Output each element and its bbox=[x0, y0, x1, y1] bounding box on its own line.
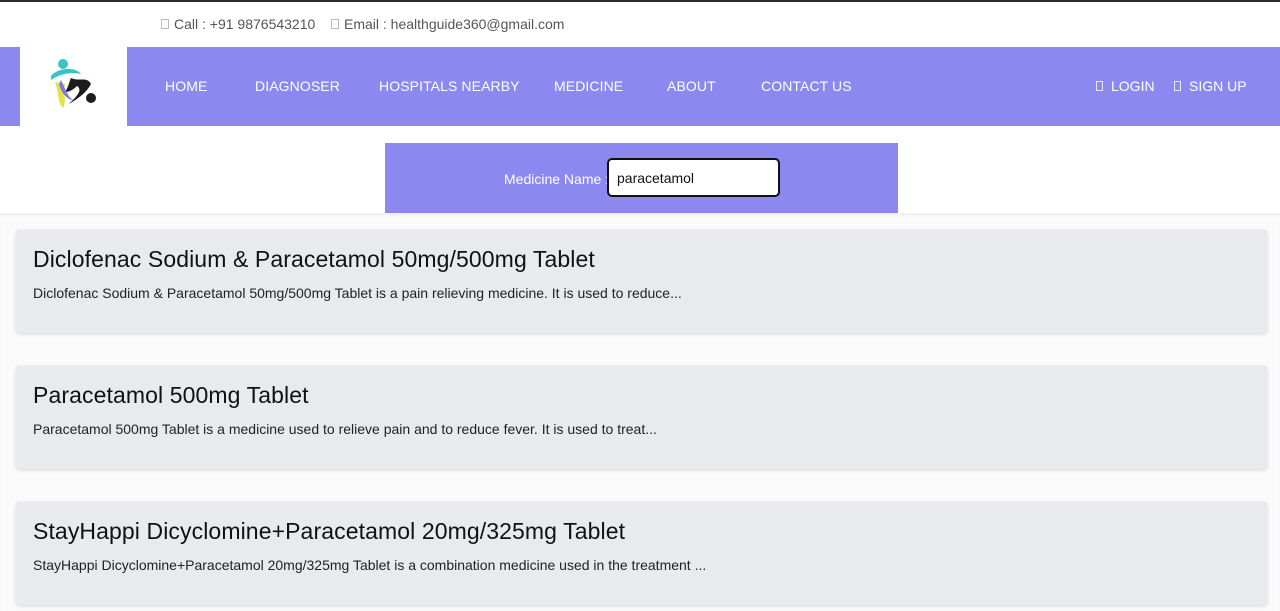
result-title[interactable]: StayHappi Dicyclomine+Paracetamol 20mg/3… bbox=[33, 518, 625, 545]
nav-diagnoser[interactable]: DIAGNOSER bbox=[255, 78, 340, 94]
contact-bar: Call : +91 9876543210 Email : healthguid… bbox=[0, 2, 1280, 47]
result-description: Diclofenac Sodium & Paracetamol 50mg/500… bbox=[33, 285, 682, 301]
result-card[interactable]: Diclofenac Sodium & Paracetamol 50mg/500… bbox=[16, 230, 1267, 333]
nav-about[interactable]: ABOUT bbox=[667, 78, 716, 94]
medicine-search-input[interactable] bbox=[607, 158, 780, 197]
nav-contact-us[interactable]: CONTACT US bbox=[761, 78, 852, 94]
signup-label: SIGN UP bbox=[1189, 78, 1247, 94]
login-button[interactable]: LOGIN bbox=[1096, 78, 1155, 94]
navbar: HOME DIAGNOSER HOSPITALS NEARBY MEDICINE… bbox=[0, 47, 1280, 126]
result-description: Paracetamol 500mg Tablet is a medicine u… bbox=[33, 421, 657, 437]
user-plus-icon bbox=[1174, 81, 1181, 91]
contact-email: Email : healthguide360@gmail.com bbox=[331, 16, 564, 32]
phone-icon bbox=[161, 19, 169, 29]
contact-call: Call : +91 9876543210 bbox=[161, 16, 315, 32]
logo[interactable] bbox=[20, 47, 127, 126]
results-area: Diclofenac Sodium & Paracetamol 50mg/500… bbox=[0, 213, 1280, 611]
result-card[interactable]: Paracetamol 500mg Tablet Paracetamol 500… bbox=[16, 366, 1267, 469]
nav-home[interactable]: HOME bbox=[165, 78, 207, 94]
medicine-name-label: Medicine Name : bbox=[504, 171, 610, 187]
healthguide-logo-icon bbox=[51, 59, 96, 108]
login-label: LOGIN bbox=[1111, 78, 1155, 94]
nav-hospitals-nearby[interactable]: HOSPITALS NEARBY bbox=[379, 78, 520, 94]
result-title[interactable]: Diclofenac Sodium & Paracetamol 50mg/500… bbox=[33, 246, 595, 273]
result-title[interactable]: Paracetamol 500mg Tablet bbox=[33, 382, 309, 409]
envelope-icon bbox=[331, 19, 339, 29]
user-icon bbox=[1096, 81, 1103, 91]
search-panel: Medicine Name : bbox=[385, 143, 898, 213]
result-description: StayHappi Dicyclomine+Paracetamol 20mg/3… bbox=[33, 557, 707, 573]
nav-medicine[interactable]: MEDICINE bbox=[554, 78, 623, 94]
email-text: Email : healthguide360@gmail.com bbox=[344, 16, 565, 32]
result-card[interactable]: StayHappi Dicyclomine+Paracetamol 20mg/3… bbox=[16, 502, 1267, 605]
signup-button[interactable]: SIGN UP bbox=[1174, 78, 1247, 94]
call-text: Call : +91 9876543210 bbox=[174, 16, 316, 32]
